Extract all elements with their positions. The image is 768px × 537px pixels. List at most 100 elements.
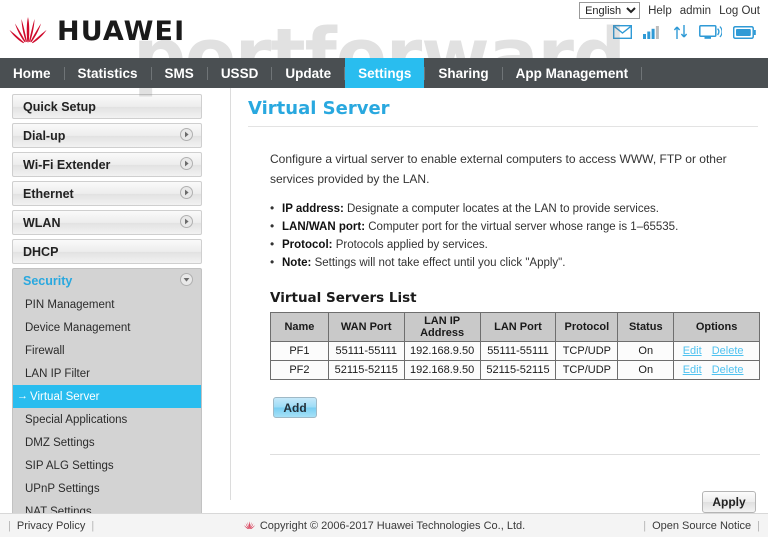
sidebar-label: DHCP — [23, 244, 59, 259]
body-area: Quick Setup Dial-up Wi-Fi Extender Ether… — [0, 88, 768, 537]
apply-divider — [270, 454, 760, 455]
sidebar-item-lan-ip-filter[interactable]: LAN IP Filter — [13, 362, 201, 385]
copyright-text: Copyright © 2006-2017 Huawei Technologie… — [259, 519, 526, 532]
sidebar-item-wlan[interactable]: WLAN — [12, 210, 202, 235]
cell-lan-port: 55111-55111 — [479, 341, 557, 361]
table-header-row: Name WAN Port LAN IP Address LAN Port Pr… — [270, 312, 760, 342]
col-header-status: Status — [617, 312, 675, 342]
sidebar-label: Security — [23, 274, 73, 288]
logout-link[interactable]: Log Out — [719, 5, 760, 17]
intro-text: Configure a virtual server to enable ext… — [270, 152, 727, 186]
content-divider — [230, 88, 231, 500]
sidebar-sublabel: UPnP Settings — [25, 482, 100, 495]
cell-name: PF1 — [270, 341, 329, 361]
nav-item-sharing[interactable]: Sharing — [425, 58, 501, 88]
list-item: Protocol: Protocols applied by services. — [270, 235, 760, 254]
cell-status: On — [617, 360, 675, 380]
sidebar-label: WLAN — [23, 215, 61, 230]
data-transfer-icon[interactable] — [673, 24, 688, 40]
edit-link[interactable]: Edit — [683, 345, 702, 357]
nav-separator — [641, 66, 643, 80]
header-bar: English Help admin Log Out HUAWEI — [0, 0, 768, 58]
col-header-name: Name — [270, 312, 329, 342]
cell-protocol: TCP/UDP — [555, 341, 619, 361]
cell-status: On — [617, 341, 675, 361]
edit-link[interactable]: Edit — [683, 364, 702, 376]
mail-icon[interactable] — [613, 25, 632, 39]
nav-item-app-management[interactable]: App Management — [503, 58, 642, 88]
col-header-protocol: Protocol — [555, 312, 619, 342]
sidebar-item-security[interactable]: Security — [12, 268, 202, 293]
info-bullet-list: IP address: Designate a computer locates… — [270, 199, 760, 272]
title-divider — [248, 126, 758, 127]
sidebar-item-virtual-server[interactable]: → Virtual Server — [13, 385, 201, 408]
sidebar-label: Ethernet — [23, 186, 74, 201]
apply-button[interactable]: Apply — [702, 491, 756, 513]
main-navigation: Home Statistics SMS USSD Update Settings… — [0, 58, 768, 88]
sidebar-item-upnp-settings[interactable]: UPnP Settings — [13, 477, 201, 500]
cell-wan-port: 55111-55111 — [327, 341, 405, 361]
sidebar-item-sip-alg-settings[interactable]: SIP ALG Settings — [13, 454, 201, 477]
cell-wan-port: 52115-52115 — [327, 360, 405, 380]
list-item: LAN/WAN port: Computer port for the virt… — [270, 217, 760, 236]
sidebar-sublabel: Device Management — [25, 321, 131, 334]
chevron-right-icon — [180, 156, 193, 173]
sidebar-item-pin-management[interactable]: PIN Management — [13, 293, 201, 316]
sidebar-sublabel: LAN IP Filter — [25, 367, 90, 380]
bullet-term: IP address: — [282, 203, 344, 215]
wifi-monitor-icon[interactable] — [699, 24, 722, 40]
bullet-term: Note: — [282, 257, 312, 269]
signal-bars-icon[interactable] — [643, 25, 662, 39]
virtual-servers-table: Name WAN Port LAN IP Address LAN Port Pr… — [270, 312, 760, 380]
sidebar-item-special-applications[interactable]: Special Applications — [13, 408, 201, 431]
table-row: PF1 55111-55111 192.168.9.50 55111-55111… — [270, 341, 760, 361]
sidebar-sublabel: Special Applications — [25, 413, 128, 426]
cell-lan-port: 52115-52115 — [479, 360, 557, 380]
footer-pipe: | — [757, 519, 760, 532]
col-header-lan-ip-address: LAN IP Address — [403, 312, 481, 342]
footer-right: | Open Source Notice | — [643, 520, 760, 532]
cell-lan-ip: 192.168.9.50 — [403, 360, 481, 380]
nav-item-sms[interactable]: SMS — [152, 58, 207, 88]
nav-item-ussd[interactable]: USSD — [208, 58, 272, 88]
bullet-term: LAN/WAN port: — [282, 221, 366, 233]
huawei-logo: HUAWEI — [6, 14, 185, 48]
table-row: PF2 52115-52115 192.168.9.50 52115-52115… — [270, 360, 760, 380]
nav-item-settings[interactable]: Settings — [345, 58, 425, 88]
cell-lan-ip: 192.168.9.50 — [403, 341, 481, 361]
router-admin-page: English Help admin Log Out HUAWEI portfo… — [0, 0, 768, 537]
list-item: IP address: Designate a computer locates… — [270, 199, 760, 218]
sidebar-item-dmz-settings[interactable]: DMZ Settings — [13, 431, 201, 454]
sidebar-item-device-management[interactable]: Device Management — [13, 316, 201, 339]
cell-name: PF2 — [270, 360, 329, 380]
sidebar-item-dhcp[interactable]: DHCP — [12, 239, 202, 264]
nav-item-home[interactable]: Home — [0, 58, 64, 88]
delete-link[interactable]: Delete — [712, 345, 744, 357]
open-source-notice-link[interactable]: Open Source Notice — [646, 520, 757, 532]
sidebar-item-dial-up[interactable]: Dial-up — [12, 123, 202, 148]
sidebar-item-wifi-extender[interactable]: Wi-Fi Extender — [12, 152, 202, 177]
sidebar-item-quick-setup[interactable]: Quick Setup — [12, 94, 202, 119]
admin-user-link[interactable]: admin — [680, 5, 711, 17]
sidebar-sublabel: SIP ALG Settings — [25, 459, 114, 472]
language-select[interactable]: English — [579, 2, 641, 19]
sidebar-item-ethernet[interactable]: Ethernet — [12, 181, 202, 206]
huawei-flower-icon — [9, 17, 47, 44]
cell-protocol: TCP/UDP — [555, 360, 619, 380]
nav-item-statistics[interactable]: Statistics — [65, 58, 151, 88]
add-button[interactable]: Add — [273, 397, 317, 418]
bullet-desc: Settings will not take effect until you … — [314, 257, 566, 269]
nav-item-update[interactable]: Update — [272, 58, 344, 88]
col-header-options: Options — [673, 312, 760, 342]
sidebar-item-firewall[interactable]: Firewall — [13, 339, 201, 362]
footer-bar: | Privacy Policy | Copyright © 2006-2017… — [0, 514, 768, 537]
cell-options: Edit Delete — [673, 341, 760, 361]
delete-link[interactable]: Delete — [712, 364, 744, 376]
bullet-desc: Computer port for the virtual server who… — [368, 221, 679, 233]
sidebar-label: Wi-Fi Extender — [23, 157, 111, 172]
help-link[interactable]: Help — [648, 5, 672, 17]
header-utility-links: English Help admin Log Out — [579, 2, 760, 19]
selected-arrow-icon: → — [17, 390, 28, 402]
battery-icon[interactable] — [733, 25, 756, 39]
chevron-down-icon — [180, 273, 193, 289]
